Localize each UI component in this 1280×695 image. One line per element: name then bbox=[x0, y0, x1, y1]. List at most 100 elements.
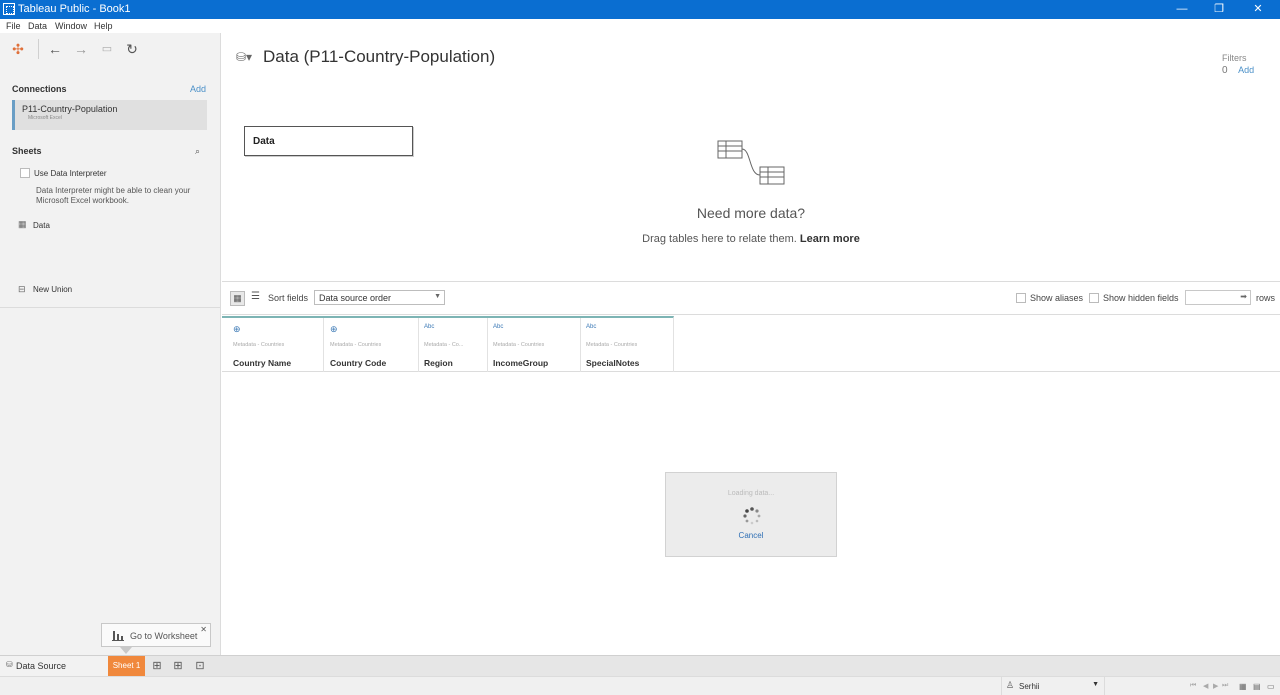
menu-window[interactable]: Window bbox=[55, 21, 87, 31]
go-to-worksheet-label: Go to Worksheet bbox=[130, 631, 198, 641]
relate-tables-icon bbox=[717, 140, 785, 185]
column-meta: Metadata - Countries bbox=[493, 342, 545, 348]
use-interpreter-label: Use Data Interpreter bbox=[34, 169, 107, 178]
left-toolbar: ✣ ← → ▭ ↻ bbox=[0, 33, 221, 65]
column-header[interactable]: Abc Metadata - Countries SpecialNotes bbox=[580, 316, 674, 372]
loading-spinner-icon bbox=[743, 507, 761, 525]
tabs-view-icon[interactable]: ▭ bbox=[1267, 682, 1275, 691]
column-header[interactable]: Abc Metadata - Countries IncomeGroup bbox=[487, 316, 581, 372]
canvas-table-label: Data bbox=[253, 136, 275, 147]
prev-sheet-icon[interactable]: ◀ bbox=[1203, 682, 1208, 690]
rows-input[interactable]: ➡ bbox=[1185, 290, 1251, 305]
column-headers: ⊕ Metadata - Countries Country Name ⊕ Me… bbox=[222, 316, 1280, 372]
column-header[interactable]: ⊕ Metadata - Countries Country Code bbox=[319, 316, 419, 372]
user-name: Serhii bbox=[1019, 682, 1040, 691]
sheet-table-icon: ▦ bbox=[18, 219, 27, 229]
arrow-right-icon[interactable]: ➡ bbox=[1240, 292, 1247, 301]
forward-arrow-icon[interactable]: → bbox=[73, 41, 89, 57]
left-panel: ✣ ← → ▭ ↻ Connections Add P11-Country-Po… bbox=[0, 33, 221, 655]
refresh-icon[interactable]: ↻ bbox=[124, 41, 140, 57]
sheet-tab-bar: ⛁ Data Source Sheet 1 ⊞ ⊞ ⊡ bbox=[0, 655, 1280, 676]
close-icon[interactable]: ✕ bbox=[200, 625, 207, 634]
grid-toolbar: ▦ ☰ Sort fields Data source order ▼ Show… bbox=[222, 281, 1280, 315]
union-icon: ⊟ bbox=[18, 284, 26, 294]
connections-title: Connections bbox=[12, 84, 67, 94]
column-name: IncomeGroup bbox=[493, 358, 549, 368]
filters-count: 0 bbox=[1222, 65, 1228, 76]
filters-panel: Filters 0 Add bbox=[1222, 53, 1258, 76]
cancel-button[interactable]: Cancel bbox=[666, 531, 836, 540]
bar-chart-icon bbox=[112, 631, 124, 641]
connection-item[interactable]: P11-Country-Population Microsoft Excel bbox=[12, 100, 207, 130]
database-icon[interactable]: ⛁▾ bbox=[236, 50, 252, 64]
abc-type-icon[interactable]: Abc bbox=[424, 324, 434, 330]
column-header[interactable]: Abc Metadata - Co... Region bbox=[418, 316, 488, 372]
window-title: Tableau Public - Book1 bbox=[18, 3, 131, 15]
canvas-table-data[interactable]: Data bbox=[244, 126, 413, 156]
restore-button[interactable]: ❐ bbox=[1209, 2, 1229, 16]
use-interpreter-checkbox[interactable] bbox=[20, 168, 30, 178]
menu-bar: File Data Window Help bbox=[0, 19, 1280, 33]
show-aliases-label: Show aliases bbox=[1030, 293, 1084, 303]
new-union-link[interactable]: New Union bbox=[33, 284, 72, 295]
rows-label: rows bbox=[1256, 293, 1276, 303]
sort-fields-value: Data source order bbox=[319, 293, 392, 303]
column-name: SpecialNotes bbox=[586, 358, 640, 368]
column-meta: Metadata - Countries bbox=[586, 342, 638, 348]
sheet-item-data[interactable]: Data bbox=[33, 220, 50, 231]
search-icon[interactable]: ⌕ bbox=[195, 146, 200, 157]
minimize-button[interactable]: — bbox=[1172, 2, 1192, 16]
tab-data-source[interactable]: ⛁ Data Source bbox=[0, 656, 108, 676]
chevron-down-icon: ▼ bbox=[1092, 681, 1099, 688]
save-icon[interactable]: ▭ bbox=[99, 41, 115, 57]
title-bar: Tableau Public - Book1 — ❐ ✕ bbox=[0, 0, 1280, 19]
globe-icon[interactable]: ⊕ bbox=[330, 324, 338, 335]
abc-type-icon[interactable]: Abc bbox=[586, 324, 596, 330]
need-more-data-title: Need more data? bbox=[696, 205, 806, 221]
menu-file[interactable]: File bbox=[6, 21, 21, 31]
page-title: Data (P11-Country-Population) bbox=[263, 47, 496, 66]
column-header[interactable]: ⊕ Metadata - Countries Country Name bbox=[222, 316, 324, 372]
new-dashboard-icon[interactable]: ⊞ bbox=[171, 659, 185, 673]
new-worksheet-icon[interactable]: ⊞ bbox=[150, 659, 164, 673]
popup-pointer bbox=[120, 647, 132, 654]
go-to-worksheet-popup[interactable]: Go to Worksheet ✕ bbox=[101, 623, 211, 654]
next-sheet-icon[interactable]: ▶ bbox=[1213, 682, 1218, 690]
drag-tables-text: Drag tables here to relate them. bbox=[642, 233, 797, 245]
tableau-logo-icon[interactable]: ✣ bbox=[10, 41, 26, 57]
add-connection-link[interactable]: Add bbox=[190, 84, 206, 94]
sheet-sorter-icon[interactable]: ▦ bbox=[1239, 682, 1247, 691]
close-button[interactable]: ✕ bbox=[1248, 2, 1268, 16]
sort-fields-select[interactable]: Data source order ▼ bbox=[314, 290, 445, 305]
show-hidden-fields-label: Show hidden fields bbox=[1103, 293, 1179, 303]
connection-name: P11-Country-Population bbox=[22, 104, 118, 114]
need-more-data-subtitle: Drag tables here to relate them. Learn m… bbox=[222, 233, 1280, 245]
learn-more-link[interactable]: Learn more bbox=[800, 233, 860, 245]
grid-view-icon[interactable]: ▦ bbox=[230, 291, 245, 306]
globe-icon[interactable]: ⊕ bbox=[233, 324, 241, 335]
filmstrip-icon[interactable]: ▤ bbox=[1253, 682, 1261, 691]
show-aliases-checkbox[interactable] bbox=[1016, 293, 1026, 303]
filters-add-link[interactable]: Add bbox=[1238, 65, 1254, 75]
tab-sheet1[interactable]: Sheet 1 bbox=[108, 656, 145, 676]
list-view-icon[interactable]: ☰ bbox=[251, 291, 260, 302]
interpreter-note-line2: Microsoft Excel workbook. bbox=[36, 196, 129, 205]
show-hidden-fields-checkbox[interactable] bbox=[1089, 293, 1099, 303]
menu-data[interactable]: Data bbox=[28, 21, 47, 31]
abc-type-icon[interactable]: Abc bbox=[493, 324, 503, 330]
user-icon: ♙ bbox=[1006, 680, 1015, 690]
user-menu[interactable]: ♙ Serhii ▼ bbox=[1001, 677, 1105, 695]
new-story-icon[interactable]: ⊡ bbox=[193, 659, 207, 673]
chevron-down-icon: ▼ bbox=[434, 293, 441, 300]
menu-help[interactable]: Help bbox=[94, 21, 113, 31]
sheets-title: Sheets bbox=[12, 146, 42, 156]
column-meta: Metadata - Countries bbox=[233, 342, 285, 348]
loading-dialog: Loading data... Cancel bbox=[665, 472, 837, 557]
main-area: ⛁▾ Data (P11-Country-Population) Filters… bbox=[222, 33, 1280, 655]
left-divider bbox=[0, 307, 221, 308]
column-meta: Metadata - Countries bbox=[330, 342, 382, 348]
back-arrow-icon[interactable]: ← bbox=[47, 41, 63, 57]
first-sheet-icon[interactable]: ⏮ bbox=[1190, 682, 1196, 690]
last-sheet-icon[interactable]: ⏭ bbox=[1222, 682, 1228, 690]
column-meta: Metadata - Co... bbox=[424, 342, 464, 348]
